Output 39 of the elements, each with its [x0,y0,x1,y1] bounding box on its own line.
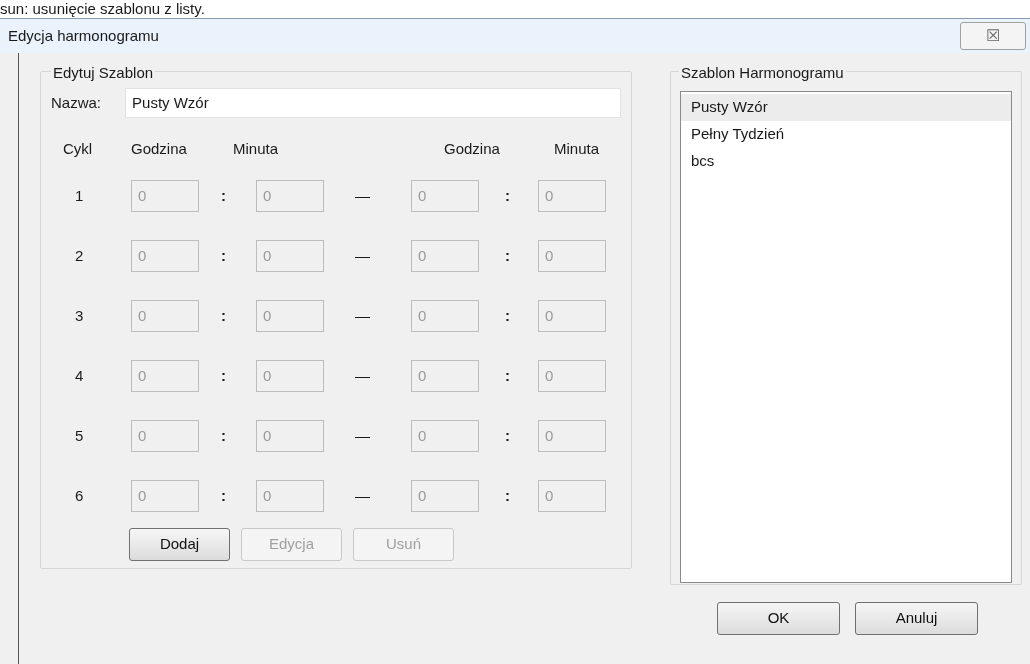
colon-separator: : [504,305,511,326]
colon-separator: : [220,485,227,506]
colon-separator: : [220,245,227,266]
colon-separator: : [504,245,511,266]
colon-separator: : [220,305,227,326]
cycle-number: 2 [74,245,85,266]
colon-separator: : [504,365,511,386]
range-dash: — [354,185,371,206]
dialog-button[interactable]: OK [717,602,840,635]
dialog-button[interactable]: Dodaj [129,528,230,561]
column-header: Minuta [554,138,601,159]
cycle-number: 3 [74,305,85,326]
range-dash: — [354,485,371,506]
colon-separator: : [504,485,511,506]
column-header: Godzina [444,138,501,159]
cycle-number: 6 [74,485,85,506]
dialog-button[interactable]: Anuluj [855,602,978,635]
colon-separator: : [220,365,227,386]
column-header: Minuta [233,138,280,159]
range-dash: — [354,305,371,326]
name-field[interactable]: Pusty Wzór [125,88,621,118]
range-dash: — [354,425,371,446]
column-header: Godzina [131,138,188,159]
colon-separator: : [504,425,511,446]
close-button[interactable]: ☒ [960,22,1026,50]
colon-separator: : [220,185,227,206]
colon-separator: : [220,425,227,446]
cycle-number: 5 [74,425,85,446]
range-dash: — [354,365,371,386]
window-title: Edycja harmonogramu [8,25,159,46]
range-dash: — [354,245,371,266]
list-item[interactable]: Pusty Wzór [681,94,1011,121]
template-list[interactable]: Pusty Wzór Pełny Tydzień bcs [680,91,1012,583]
name-label: Nazwa: [51,92,102,113]
cycle-number: 4 [74,365,85,386]
column-header: Cykl [62,138,94,159]
cycle-number: 1 [74,185,85,206]
colon-separator: : [504,185,511,206]
instruction-text: sun: usunięcie szablonu z listy. [0,0,205,17]
